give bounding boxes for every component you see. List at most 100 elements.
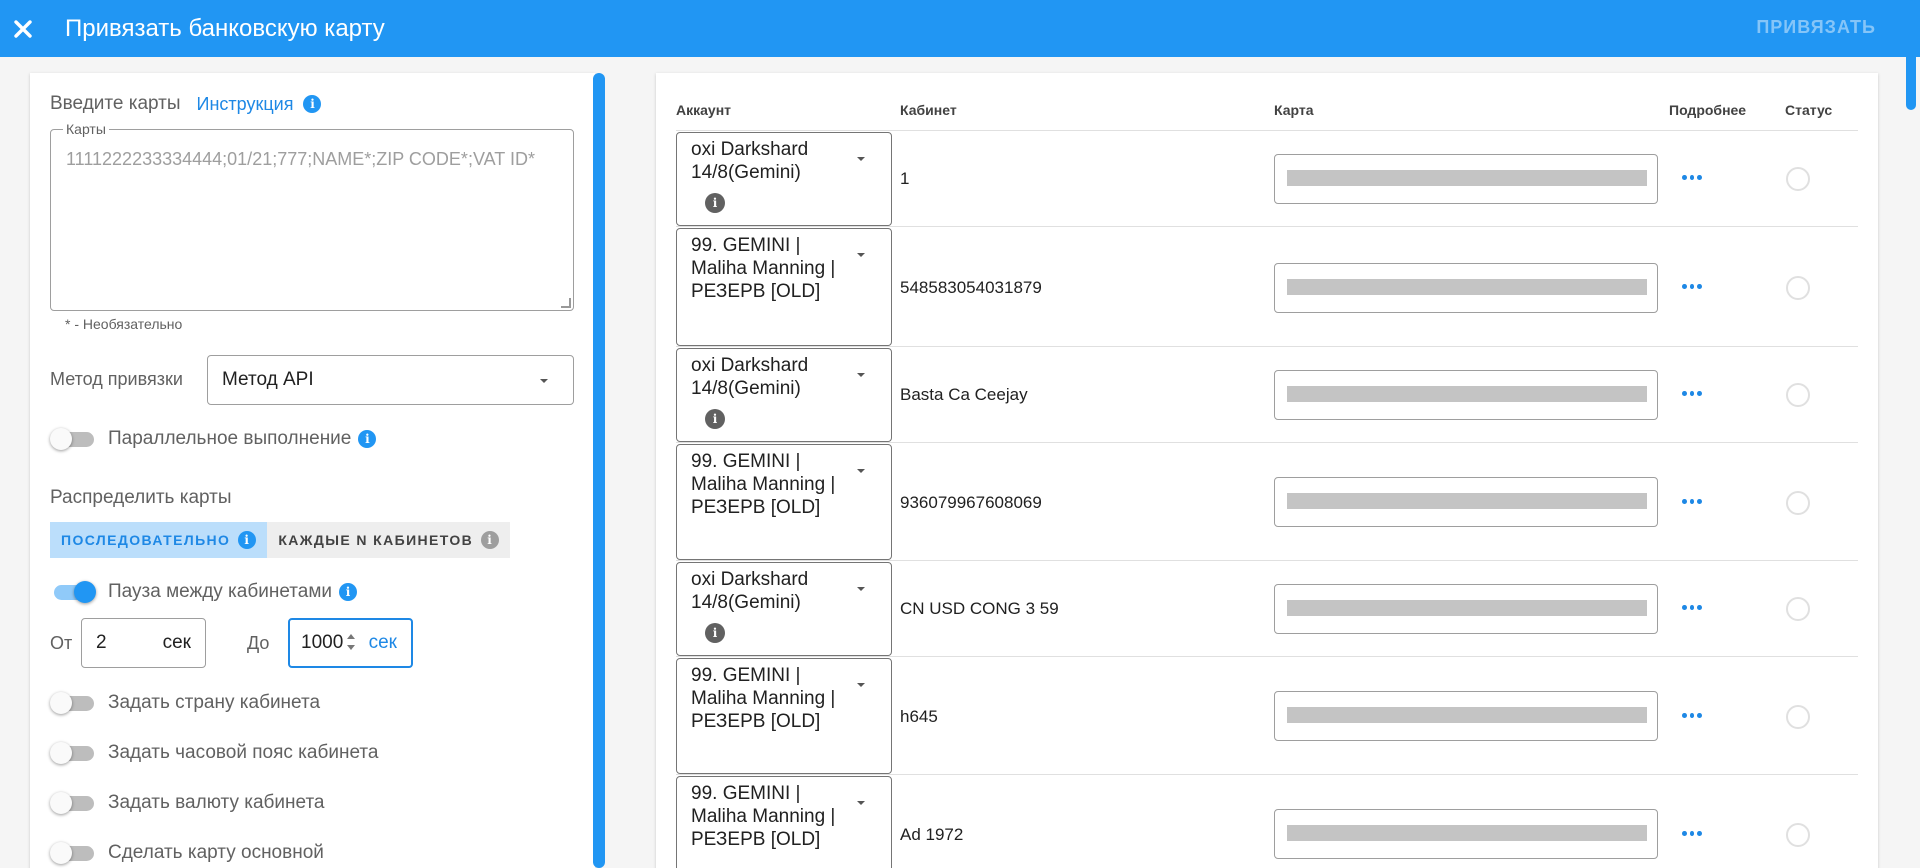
table-row: oxi Darkshard 14/8(Gemini) i 1 (656, 131, 1878, 227)
pause-info-icon[interactable]: i (339, 583, 358, 601)
status-indicator (1786, 491, 1810, 515)
every-n-info-icon[interactable]: i (481, 531, 500, 549)
cards-legend: Карты (63, 121, 109, 137)
distribute-label: Распределить карты (50, 487, 232, 508)
to-label: До (247, 633, 270, 653)
cabinet-name: CN USD CONG 3 59 (900, 599, 1059, 618)
sequential-info-icon[interactable]: i (238, 531, 257, 549)
every-n-button[interactable]: КАЖДЫЕ N КАБИНЕТОВ i (267, 522, 511, 558)
account-select[interactable]: oxi Darkshard 14/8(Gemini) i (676, 562, 892, 656)
account-info-icon[interactable]: i (705, 193, 725, 213)
more-icon[interactable] (1682, 499, 1703, 507)
account-info-icon[interactable]: i (705, 623, 725, 643)
from-value: 2 (96, 632, 107, 653)
from-input[interactable]: 2 сек (81, 618, 206, 668)
timezone-toggle[interactable] (50, 741, 96, 765)
top-bar: Привязать банковскую карту ПРИВЯЗАТЬ (0, 0, 1920, 57)
primary-toggle[interactable] (50, 841, 96, 865)
account-select[interactable]: 99. GEMINI | Maliha Manning | РЕЗЕРВ [OL… (676, 444, 892, 560)
account-select[interactable]: oxi Darkshard 14/8(Gemini) i (676, 348, 892, 442)
table-row: 99. GEMINI | Maliha Manning | РЕЗЕРВ [OL… (656, 657, 1878, 775)
more-icon[interactable] (1682, 391, 1703, 399)
table-row: 99. GEMINI | Maliha Manning | РЕЗЕРВ [OL… (656, 227, 1878, 347)
to-input[interactable]: 1000 сек (288, 618, 413, 668)
chevron-down-icon (857, 157, 865, 161)
parallel-toggle[interactable] (50, 427, 96, 451)
currency-label: Задать валюту кабинета (108, 792, 325, 813)
table-header: Аккаунт Кабинет Карта Подробнее Статус (656, 102, 1878, 132)
table-row: 99. GEMINI | Maliha Manning | РЕЗЕРВ [OL… (656, 443, 1878, 561)
account-select[interactable]: 99. GEMINI | Maliha Manning | РЕЗЕРВ [OL… (676, 658, 892, 774)
cards-textarea[interactable]: Карты 1111222233334444;01/21;777;NAME*;Z… (50, 121, 574, 311)
more-icon[interactable] (1682, 284, 1703, 292)
resize-handle[interactable] (561, 298, 571, 308)
card-input[interactable] (1274, 370, 1658, 420)
card-input[interactable] (1274, 691, 1658, 741)
more-icon[interactable] (1682, 175, 1703, 183)
account-select-value: 99. GEMINI | Maliha Manning | РЕЗЕРВ [OL… (691, 451, 836, 518)
column-cabinet: Кабинет (900, 102, 957, 118)
cabinet-name: 936079967608069 (900, 493, 1042, 512)
to-unit: сек (368, 632, 397, 653)
account-select-value: 99. GEMINI | Maliha Manning | РЕЗЕРВ [OL… (691, 783, 836, 850)
pause-toggle[interactable] (50, 580, 96, 604)
cabinet-name: Ad 1972 (900, 825, 964, 844)
account-select[interactable]: 99. GEMINI | Maliha Manning | РЕЗЕРВ [OL… (676, 228, 892, 346)
primary-row: Сделать карту основной (50, 841, 331, 865)
country-row: Задать страну кабинета (50, 691, 327, 715)
account-select-value: oxi Darkshard 14/8(Gemini) (691, 355, 809, 399)
parallel-row: Параллельное выполнение i (50, 427, 377, 451)
country-toggle[interactable] (50, 691, 96, 715)
pause-label: Пауза между кабинетами (108, 581, 333, 602)
chevron-down-icon (857, 683, 865, 687)
account-info-icon[interactable]: i (705, 409, 725, 429)
parallel-label: Параллельное выполнение (108, 428, 352, 449)
account-select-value: 99. GEMINI | Maliha Manning | РЕЗЕРВ [OL… (691, 235, 836, 302)
table-row: oxi Darkshard 14/8(Gemini) i Basta Ca Ce… (656, 347, 1878, 443)
cabinet-name: h645 (900, 707, 938, 726)
account-select-value: oxi Darkshard 14/8(Gemini) (691, 569, 809, 613)
from-unit: сек (162, 632, 191, 653)
left-scrollbar[interactable] (593, 73, 605, 868)
accounts-table: Аккаунт Кабинет Карта Подробнее Статус o… (656, 73, 1878, 868)
close-button[interactable] (0, 0, 46, 57)
card-input[interactable] (1274, 154, 1658, 204)
cards-placeholder: 1111222233334444;01/21;777;NAME*;ZIP COD… (66, 149, 535, 169)
settings-panel: Введите карты Инструкция i Карты 1111222… (30, 73, 595, 868)
sequential-button-label: ПОСЛЕДОВАТЕЛЬНО (61, 532, 231, 548)
method-select-value: Метод API (222, 369, 314, 390)
account-select[interactable]: oxi Darkshard 14/8(Gemini) i (676, 132, 892, 226)
table-row: 99. GEMINI | Maliha Manning | РЕЗЕРВ [OL… (656, 775, 1878, 868)
card-input[interactable] (1274, 584, 1658, 634)
sequential-button[interactable]: ПОСЛЕДОВАТЕЛЬНО i (50, 522, 268, 558)
from-label: От (50, 633, 73, 653)
card-input[interactable] (1274, 809, 1658, 859)
more-icon[interactable] (1682, 713, 1703, 721)
card-input[interactable] (1274, 263, 1658, 313)
country-label: Задать страну кабинета (108, 692, 321, 713)
pause-row: Пауза между кабинетами i (50, 580, 358, 604)
card-input[interactable] (1274, 477, 1658, 527)
page-scrollbar[interactable] (1906, 0, 1916, 110)
method-label: Метод привязки (50, 369, 183, 389)
status-indicator (1786, 276, 1810, 300)
column-account: Аккаунт (676, 102, 732, 118)
chevron-down-icon (857, 801, 865, 805)
bind-button[interactable]: ПРИВЯЗАТЬ (1756, 17, 1876, 38)
chevron-down-icon (857, 253, 865, 257)
currency-toggle[interactable] (50, 791, 96, 815)
stepper-icon[interactable] (346, 634, 356, 654)
cabinet-name: 548583054031879 (900, 278, 1042, 297)
more-icon[interactable] (1682, 605, 1703, 613)
dialog-title: Привязать банковскую карту (65, 14, 385, 42)
status-indicator (1786, 167, 1810, 191)
account-select[interactable]: 99. GEMINI | Maliha Manning | РЕЗЕРВ [OL… (676, 776, 892, 868)
parallel-info-icon[interactable]: i (358, 430, 377, 448)
method-select[interactable]: Метод API (207, 355, 574, 405)
status-indicator (1786, 823, 1810, 847)
column-details: Подробнее (1669, 102, 1747, 118)
instruction-link[interactable]: Инструкция (197, 94, 294, 115)
instruction-info-icon[interactable]: i (303, 95, 322, 113)
column-status: Статус (1785, 102, 1833, 118)
more-icon[interactable] (1682, 831, 1703, 839)
